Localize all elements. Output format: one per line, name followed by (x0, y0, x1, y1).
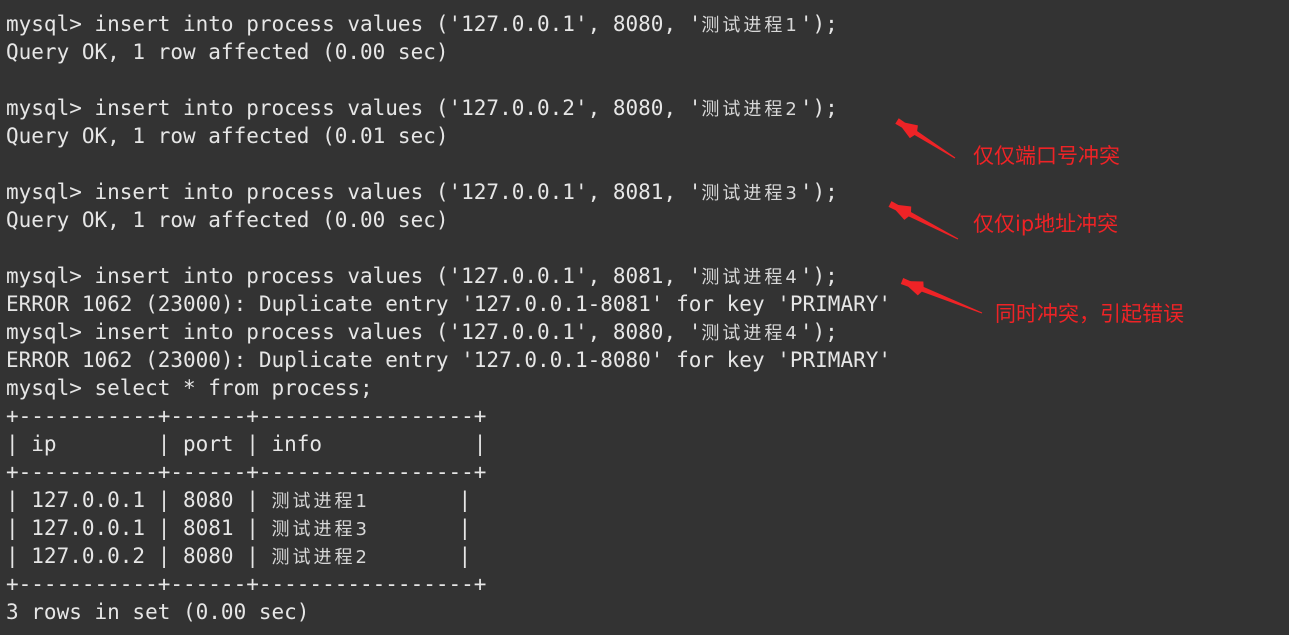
line-text-cjk: 测试进程4 (701, 267, 800, 288)
line-text-pre: mysql> insert into process values ('127.… (6, 264, 702, 288)
line-text: Query OK, 1 row affected (0.00 sec) (6, 208, 449, 232)
annotation-label: 仅仅端口号冲突 (973, 144, 1120, 168)
annotation-label: 仅仅ip地址冲突 (973, 212, 1119, 236)
terminal-line-command: mysql> insert into process values ('127.… (6, 178, 1289, 206)
terminal-line-rule: +-----------+------+-----------------+ (6, 458, 1289, 486)
line-text-pre: | 127.0.0.1 | 8081 | (6, 516, 272, 540)
terminal-line-rule: +-----------+------+-----------------+ (6, 570, 1289, 598)
terminal-line-result: 3 rows in set (0.00 sec) (6, 598, 1289, 626)
line-text-cjk: 测试进程3 (271, 519, 370, 540)
line-text-cjk: 测试进程1 (701, 15, 800, 36)
line-text: mysql> select * from process; (6, 376, 373, 400)
line-text: +-----------+------+-----------------+ (6, 572, 487, 596)
line-text-post: '); (799, 96, 838, 120)
terminal-line-header: | ip | port | info | (6, 430, 1289, 458)
line-text-pre: | 127.0.0.2 | 8080 | (6, 544, 272, 568)
line-text-pre: mysql> insert into process values ('127.… (6, 96, 702, 120)
line-text: +-----------+------+-----------------+ (6, 404, 487, 428)
line-text-cjk: 测试进程1 (271, 491, 370, 512)
line-text: | ip | port | info | (6, 432, 487, 456)
line-text-post: '); (799, 180, 838, 204)
line-text-cjk: 测试进程4 (701, 323, 800, 344)
terminal-line-rule: +-----------+------+-----------------+ (6, 402, 1289, 430)
line-text-cjk: 测试进程3 (701, 183, 800, 204)
terminal-line-command: mysql> insert into process values ('127.… (6, 10, 1289, 38)
line-text-post: | (369, 544, 472, 568)
line-text: ERROR 1062 (23000): Duplicate entry '127… (6, 348, 892, 372)
line-text-post: '); (799, 12, 838, 36)
line-text-post: '); (799, 320, 838, 344)
terminal-line-row: | 127.0.0.1 | 8080 | 测试进程1 | (6, 486, 1289, 514)
line-text-post: '); (799, 264, 838, 288)
line-text: +-----------+------+-----------------+ (6, 460, 487, 484)
terminal-line-result: Query OK, 1 row affected (0.00 sec) (6, 38, 1289, 66)
terminal-line-command: mysql> insert into process values ('127.… (6, 262, 1289, 290)
line-text-pre: mysql> insert into process values ('127.… (6, 12, 702, 36)
line-text-post: | (369, 488, 472, 512)
line-text-cjk: 测试进程2 (271, 547, 370, 568)
terminal-line-row: | 127.0.0.2 | 8080 | 测试进程2 | (6, 542, 1289, 570)
line-text: ERROR 1062 (23000): Duplicate entry '127… (6, 292, 892, 316)
line-text-post: | (369, 516, 472, 540)
terminal-line-row: | 127.0.0.1 | 8081 | 测试进程3 | (6, 514, 1289, 542)
line-text-pre: mysql> insert into process values ('127.… (6, 180, 702, 204)
terminal-line-command: mysql> insert into process values ('127.… (6, 94, 1289, 122)
line-text: Query OK, 1 row affected (0.00 sec) (6, 40, 449, 64)
line-text: Query OK, 1 row affected (0.01 sec) (6, 124, 449, 148)
annotation-label: 同时冲突，引起错误 (995, 302, 1184, 326)
line-text-cjk: 测试进程2 (701, 99, 800, 120)
terminal-line-command: mysql> select * from process; (6, 374, 1289, 402)
terminal-line-error: ERROR 1062 (23000): Duplicate entry '127… (6, 346, 1289, 374)
line-text: 3 rows in set (0.00 sec) (6, 600, 310, 624)
line-text-pre: mysql> insert into process values ('127.… (6, 320, 702, 344)
line-text-pre: | 127.0.0.1 | 8080 | (6, 488, 272, 512)
